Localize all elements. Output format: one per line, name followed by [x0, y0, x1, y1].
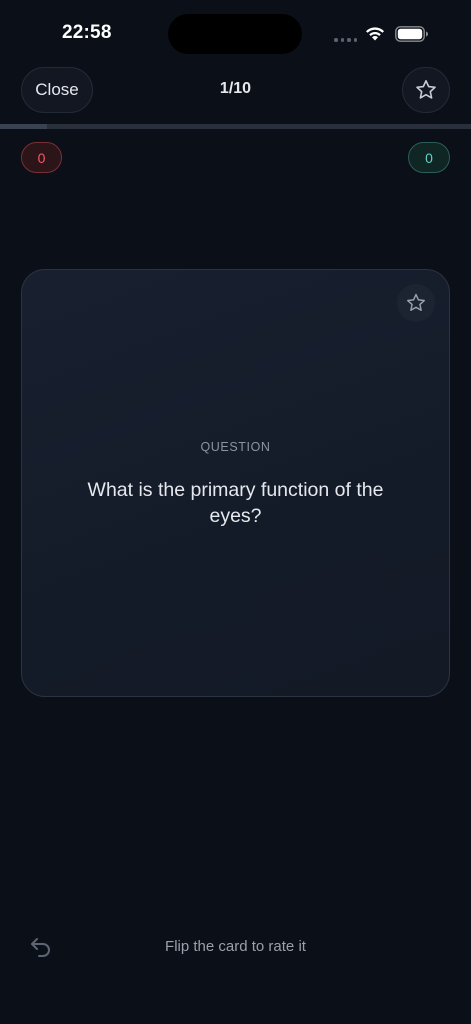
card-side-label: QUESTION [200, 440, 271, 454]
dynamic-island [168, 14, 302, 54]
rating-hint: Flip the card to rate it [165, 938, 306, 955]
right-count-badge: 0 [408, 142, 450, 173]
cellular-signal-icon [334, 38, 357, 42]
card-question-text: What is the primary function of the eyes… [87, 479, 384, 527]
wrong-count-badge: 0 [21, 142, 62, 173]
flashcard[interactable]: QUESTION What is the primary function of… [21, 269, 450, 697]
favorite-button[interactable] [402, 67, 450, 113]
battery-icon [395, 26, 428, 42]
progress-bar-fill [0, 124, 48, 129]
card-favorite-button[interactable] [397, 284, 435, 322]
star-outline-icon [416, 80, 436, 99]
card-progress-label: 1/10 [219, 80, 252, 97]
star-outline-icon [407, 293, 425, 311]
flashcard-screen: 22:58 Close 1/10 0 0 QUESTION What is th… [0, 0, 471, 1024]
status-time: 22:58 [62, 22, 112, 43]
progress-bar [0, 124, 471, 129]
wifi-icon [366, 27, 384, 41]
